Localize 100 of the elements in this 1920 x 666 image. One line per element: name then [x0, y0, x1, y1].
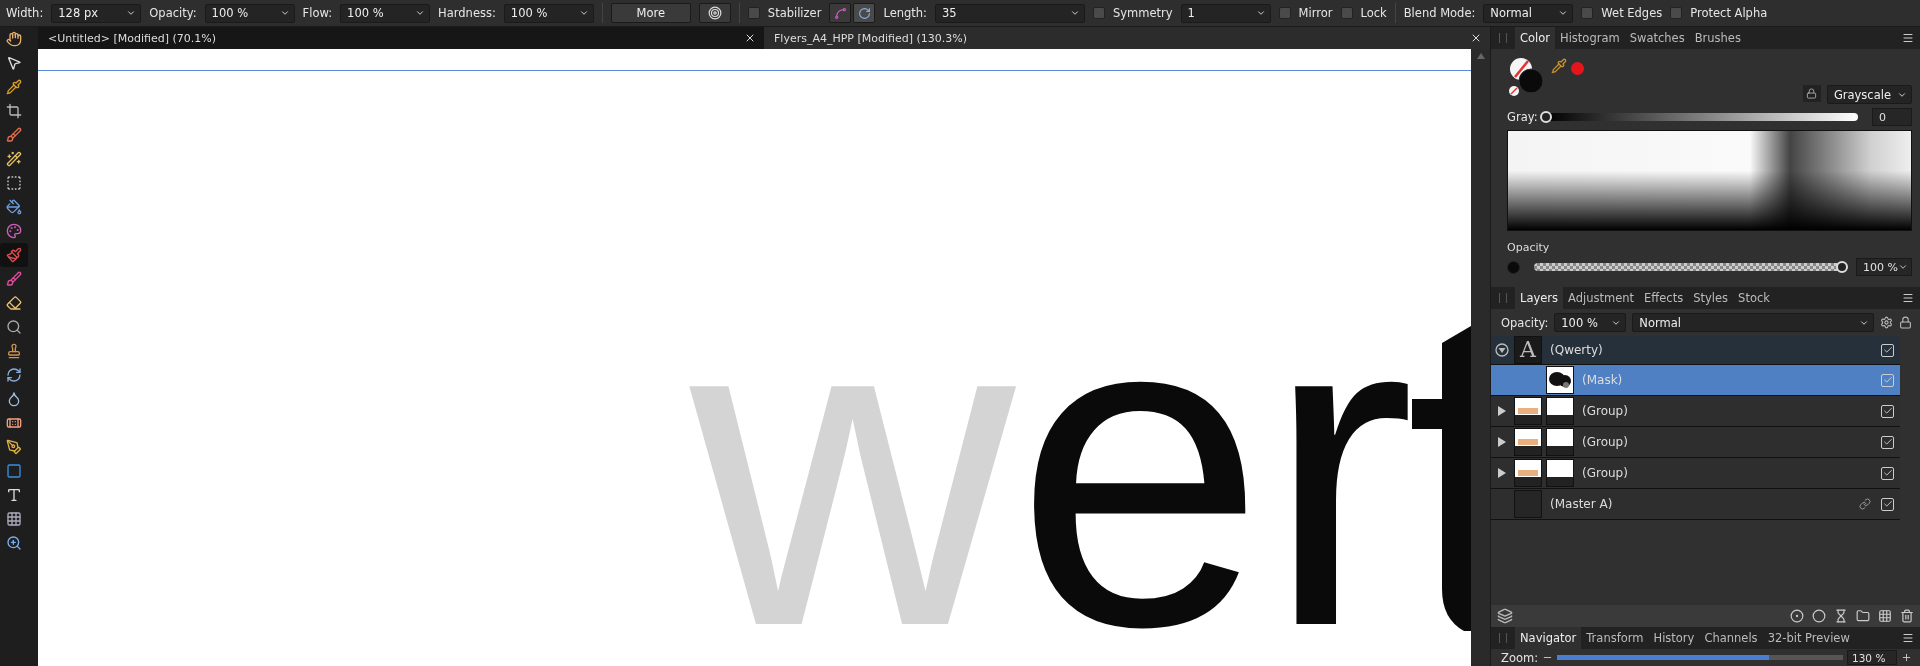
zoom-slider[interactable]	[1557, 655, 1843, 660]
field-label: Mirror	[1298, 6, 1333, 20]
panel-tab[interactable]: Histogram	[1555, 27, 1625, 49]
opacity-dropdown[interactable]: 100 %	[1554, 313, 1627, 332]
caret-icon[interactable]	[279, 8, 290, 18]
color-gradient-picker[interactable]	[1507, 130, 1912, 231]
pipette-icon[interactable]	[1551, 58, 1567, 74]
more-button[interactable]: More	[610, 3, 691, 23]
swatch-dot[interactable]	[1571, 62, 1584, 75]
caret-icon[interactable]	[1898, 262, 1908, 272]
dropdown[interactable]: 100 %	[503, 3, 594, 23]
checkbox[interactable]	[747, 7, 760, 19]
mask-icon[interactable]	[1790, 609, 1804, 623]
mask-thumbnail	[1546, 397, 1574, 425]
panel-tab[interactable]: Swatches	[1624, 27, 1690, 49]
document-tab[interactable]: Flyers_A4_HPP [Modified] (130.3%)	[764, 27, 1490, 49]
target-icon[interactable]	[698, 3, 731, 23]
slider-thumb[interactable]	[1836, 261, 1848, 273]
menu-icon[interactable]	[1902, 32, 1914, 44]
caret-icon[interactable]	[415, 8, 426, 18]
panel-tab[interactable]: Styles	[1688, 287, 1734, 309]
panel-tab[interactable]: Brushes	[1689, 27, 1746, 49]
expand-icon[interactable]	[1497, 436, 1507, 448]
scrollbar[interactable]	[1471, 49, 1490, 666]
layer-row[interactable]: (Group)	[1491, 427, 1900, 458]
mask-thumbnail	[1546, 428, 1574, 456]
layers-icon[interactable]	[1497, 608, 1513, 624]
caret-icon[interactable]	[1069, 8, 1080, 18]
zoom-label: Zoom:	[1501, 650, 1539, 665]
panel-tab[interactable]: Effects	[1639, 287, 1689, 309]
dropdown[interactable]: 100 %	[340, 3, 431, 23]
pen-icon	[6, 439, 22, 455]
expand-icon[interactable]	[1497, 467, 1507, 479]
hourglass-icon[interactable]	[1834, 609, 1848, 623]
layer-row[interactable]: (Group)	[1491, 458, 1900, 489]
field-label: Blend Mode:	[1403, 6, 1476, 20]
toggle-button[interactable]	[853, 3, 876, 23]
pixel-layer-icon[interactable]	[1878, 609, 1892, 623]
field-label: Flow:	[302, 6, 333, 20]
close-icon[interactable]	[744, 32, 756, 44]
layer-row[interactable]: (Master A)	[1491, 489, 1900, 520]
visibility-checkbox[interactable]	[1881, 497, 1894, 511]
zoom-value-field[interactable]: 130 %	[1847, 650, 1897, 665]
color-model-dropdown[interactable]: Grayscale	[1826, 85, 1912, 104]
caret-icon[interactable]	[126, 8, 137, 18]
panel-tab[interactable]: Stock	[1733, 287, 1775, 309]
panel-tab[interactable]: Color	[1515, 27, 1556, 49]
slider-thumb[interactable]	[1539, 111, 1552, 123]
input-field[interactable]: 35	[934, 3, 1085, 23]
close-icon[interactable]	[1470, 32, 1482, 44]
opacity-label: Opacity	[1507, 241, 1551, 254]
toggle-button[interactable]	[829, 3, 852, 23]
caret-icon[interactable]	[1558, 8, 1569, 18]
panel-tab[interactable]: Transform	[1581, 627, 1649, 649]
curve-icon	[833, 6, 847, 20]
checkbox[interactable]	[1670, 7, 1683, 19]
folder-icon[interactable]	[1856, 609, 1870, 623]
panel-tab[interactable]: Layers	[1515, 287, 1564, 309]
lock-icon[interactable]	[1899, 316, 1912, 329]
visibility-checkbox[interactable]	[1881, 343, 1894, 357]
layer-row[interactable]: A (Qwerty)	[1491, 336, 1900, 365]
menu-icon[interactable]	[1902, 632, 1914, 644]
checkbox[interactable]	[1340, 7, 1353, 19]
checkbox[interactable]	[1092, 7, 1105, 19]
checkbox[interactable]	[1581, 7, 1594, 19]
zoom-in-icon[interactable]	[1901, 652, 1912, 663]
dropdown[interactable]: 100 %	[204, 3, 295, 23]
menu-icon[interactable]	[1902, 292, 1914, 304]
delete-icon[interactable]	[1900, 609, 1914, 623]
settings-icon[interactable]	[1880, 316, 1893, 329]
dropdown[interactable]: Normal	[1483, 3, 1574, 23]
visibility-checkbox[interactable]	[1881, 435, 1894, 449]
caret-icon[interactable]	[1255, 8, 1266, 18]
checkbox[interactable]	[1278, 7, 1291, 19]
visibility-checkbox[interactable]	[1881, 373, 1894, 387]
crop-icon	[6, 103, 22, 119]
layer-row[interactable]: (Group)	[1491, 396, 1900, 427]
panel-tab[interactable]: 32-bit Preview	[1762, 627, 1855, 649]
dropdown[interactable]: 1	[1180, 3, 1271, 23]
eraser-icon	[6, 295, 22, 311]
field-label: Stabilizer	[767, 6, 822, 20]
blend-mode-dropdown[interactable]: Normal	[1632, 313, 1874, 332]
panel-tab[interactable]: Adjustment	[1563, 287, 1640, 309]
droplet-icon	[6, 391, 22, 407]
checkmark-icon	[1882, 375, 1893, 385]
expand-icon[interactable]	[1497, 405, 1507, 417]
opacity-value-dropdown[interactable]: 100 %	[1856, 258, 1912, 276]
caret-icon[interactable]	[578, 8, 589, 18]
dropdown[interactable]: 128 px	[51, 3, 142, 23]
panel-tab[interactable]: Channels	[1699, 627, 1763, 649]
link-icon	[1859, 498, 1871, 510]
panel-tab[interactable]: Navigator	[1515, 627, 1582, 649]
visibility-checkbox[interactable]	[1881, 466, 1894, 480]
panel-tab[interactable]: History	[1648, 627, 1700, 649]
visibility-checkbox[interactable]	[1881, 404, 1894, 418]
lock-button[interactable]	[1802, 85, 1821, 102]
document-tab[interactable]: <Untitled> [Modified] (70.1%)	[38, 27, 764, 49]
field-label: Length:	[883, 6, 927, 20]
collapse-icon[interactable]	[1495, 343, 1509, 357]
channel-value-field[interactable]: 0	[1872, 108, 1912, 126]
